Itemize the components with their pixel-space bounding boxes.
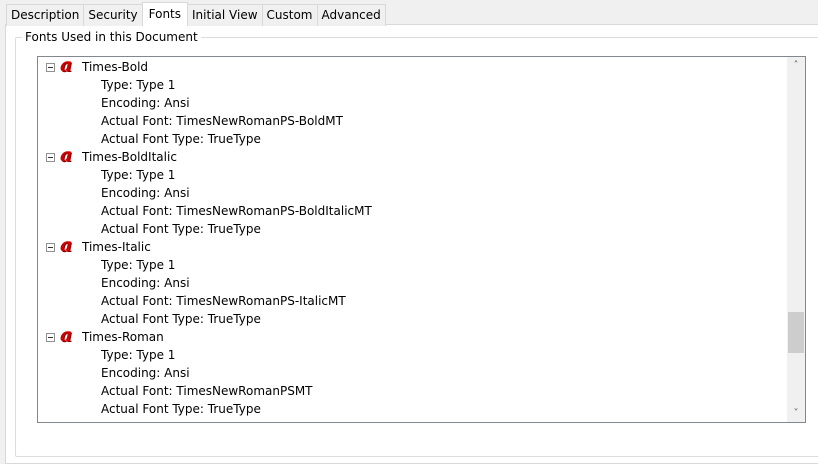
tab-initial-view[interactable]: Initial View [187,4,263,26]
collapse-icon[interactable] [46,63,55,72]
font-node[interactable]: a Times-Italic [38,234,787,256]
scroll-up-icon[interactable]: ˄ [787,57,805,74]
font-property-text: Encoding: Ansi [101,276,190,290]
font-property-text: Actual Font: TimesNewRomanPS-BoldItalicM… [101,204,372,218]
font-property-text: Encoding: Ansi [101,96,190,110]
font-property-text: Encoding: Ansi [101,186,190,200]
font-property: Encoding: Ansi [38,364,787,382]
font-property-text: Actual Font: TimesNewRomanPSMT [101,384,313,398]
collapse-icon[interactable] [46,333,55,342]
font-name: Times-Italic [82,240,151,254]
font-property: Actual Font: TimesNewRomanPSMT [38,382,787,400]
font-type1-icon: a [60,144,73,166]
font-type1-icon: a [60,234,73,256]
font-property: Type: Type 1 [38,346,787,364]
font-type1-icon: a [60,56,73,76]
collapse-icon[interactable] [46,153,55,162]
font-property-text: Actual Font Type: TrueType [101,132,261,146]
font-property: Actual Font: TimesNewRomanPS-ItalicMT [38,292,787,310]
font-property: Actual Font Type: TrueType [38,220,787,238]
font-property: Type: Type 1 [38,166,787,184]
fonts-tree-view[interactable]: a Times-Bold Type: Type 1 Encoding: Ansi Act… [37,56,806,423]
tab-security[interactable]: Security [83,4,143,26]
scroll-down-icon[interactable]: ˅ [787,405,805,422]
font-property: Type: Type 1 [38,76,787,94]
font-property: Encoding: Ansi [38,94,787,112]
font-property: Actual Font Type: TrueType [38,310,787,328]
tab-bar: Description Security Fonts Initial View … [6,2,386,26]
font-name: Times-Bold [82,60,149,74]
font-name: Times-Roman [82,330,164,344]
font-property: Encoding: Ansi [38,274,787,292]
scrollbar-thumb[interactable] [788,312,804,353]
tab-custom[interactable]: Custom [261,4,318,26]
font-property-text: Type: Type 1 [101,168,176,182]
tree-rows: a Times-Bold Type: Type 1 Encoding: Ansi Act… [38,56,787,418]
font-property-text: Actual Font: TimesNewRomanPS-ItalicMT [101,294,346,308]
font-node[interactable]: a Times-Roman [38,324,787,346]
font-property: Actual Font Type: TrueType [38,400,787,418]
tab-advanced[interactable]: Advanced [316,4,386,26]
font-node[interactable]: a Times-BoldItalic [38,144,787,166]
font-type1-icon: a [60,324,73,346]
vertical-scrollbar[interactable]: ˄ ˅ [787,57,805,422]
font-property: Actual Font: TimesNewRomanPS-BoldMT [38,112,787,130]
font-property-text: Actual Font: TimesNewRomanPS-BoldMT [101,114,343,128]
font-node[interactable]: a Times-Bold [38,56,787,76]
tab-fonts[interactable]: Fonts [141,2,189,26]
font-property-text: Actual Font Type: TrueType [101,402,261,416]
font-property-text: Type: Type 1 [101,78,176,92]
font-property-text: Type: Type 1 [101,258,176,272]
font-property: Actual Font Type: TrueType [38,130,787,148]
font-property-text: Actual Font Type: TrueType [101,312,261,326]
font-property-text: Encoding: Ansi [101,366,190,380]
collapse-icon[interactable] [46,243,55,252]
font-property-text: Type: Type 1 [101,348,176,362]
font-name: Times-BoldItalic [82,150,177,164]
font-property: Type: Type 1 [38,256,787,274]
tab-description[interactable]: Description [6,4,85,26]
font-property: Encoding: Ansi [38,184,787,202]
font-property: Actual Font: TimesNewRomanPS-BoldItalicM… [38,202,787,220]
group-title: Fonts Used in this Document [22,30,201,44]
font-property-text: Actual Font Type: TrueType [101,222,261,236]
